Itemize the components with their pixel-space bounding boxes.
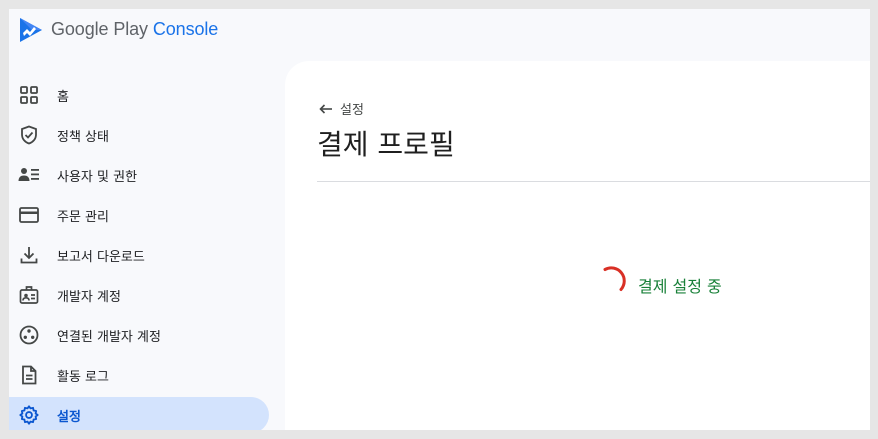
sidebar-item-home[interactable]: 홈: [9, 77, 269, 113]
page-title: 결제 프로필: [317, 128, 455, 161]
sidebar-item-users-permissions[interactable]: 사용자 및 권한: [9, 157, 269, 193]
title-divider: [317, 181, 870, 182]
sidebar-item-label: 정책 상태: [57, 130, 109, 145]
people-list-icon: [18, 164, 40, 186]
sidebar-item-label: 홈: [57, 90, 69, 105]
sidebar-item-label: 연결된 개발자 계정: [57, 330, 161, 345]
brand-logo-text[interactable]: Google Play Console: [51, 19, 218, 40]
sidebar-item-label: 개발자 계정: [57, 290, 121, 305]
back-link[interactable]: 설정: [318, 99, 364, 118]
sidebar-item-label: 주문 관리: [57, 210, 109, 225]
app-window: Google Play Console 홈 정책 상태 사용자 및 권한 주문 …: [9, 9, 870, 430]
play-console-logo-icon[interactable]: [18, 16, 44, 44]
loading-spinner-icon: [603, 266, 626, 291]
brand-name: Google Play: [51, 19, 148, 39]
document-log-icon: [18, 364, 40, 386]
download-icon: [18, 244, 40, 266]
sidebar-item-linked-developer-accounts[interactable]: 연결된 개발자 계정: [9, 317, 269, 353]
id-badge-icon: [18, 284, 40, 306]
dashboard-grid-icon: [18, 84, 40, 106]
sidebar-item-settings[interactable]: 설정: [9, 397, 269, 430]
main-content: 설정 결제 프로필 결제 설정 중: [285, 61, 870, 430]
sidebar-item-download-reports[interactable]: 보고서 다운로드: [9, 237, 269, 273]
sidebar-item-activity-log[interactable]: 활동 로그: [9, 357, 269, 393]
back-link-label: 설정: [340, 103, 364, 118]
sidebar-item-label: 설정: [57, 410, 81, 425]
shield-check-icon: [18, 124, 40, 146]
sidebar-item-policy-status[interactable]: 정책 상태: [9, 117, 269, 153]
sidebar-item-label: 사용자 및 권한: [57, 170, 138, 185]
arrow-back-icon: [319, 103, 332, 114]
sidebar-item-label: 보고서 다운로드: [57, 250, 145, 265]
sidebar-item-order-management[interactable]: 주문 관리: [9, 197, 269, 233]
loading-status-text: 결제 설정 중: [638, 277, 722, 296]
top-bar: Google Play Console: [9, 9, 870, 53]
credit-card-icon: [18, 204, 40, 226]
linked-accounts-icon: [18, 324, 40, 346]
sidebar-item-developer-account[interactable]: 개발자 계정: [9, 277, 269, 313]
brand-product: Console: [152, 19, 219, 39]
sidebar-item-label: 활동 로그: [57, 370, 109, 385]
gear-icon: [18, 404, 40, 426]
